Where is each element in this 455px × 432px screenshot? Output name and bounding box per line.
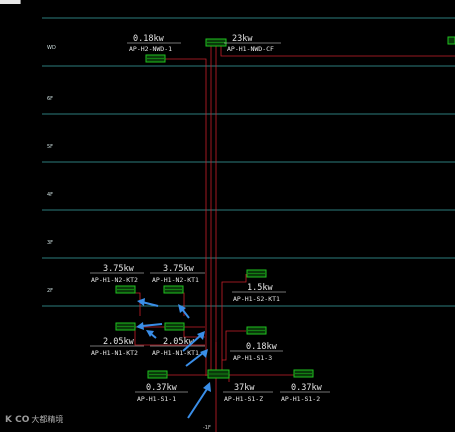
panel-code: AP-H1-N2-KT2	[91, 276, 138, 284]
panel-boxes	[115, 36, 455, 379]
panel-code: AP-H1-S1-3	[233, 354, 272, 362]
floor-label: 3F	[47, 240, 53, 246]
power-rating: 2.05kw	[103, 337, 135, 347]
riser-diagram: WD 6F 5F 4F 3F 2F 0.18kw AP-H2-NWD-1 23k…	[42, 17, 455, 432]
power-rating: 0.37kw	[146, 383, 178, 393]
panel-box[interactable]	[115, 285, 136, 294]
panel-box[interactable]	[164, 322, 185, 331]
panel-code: AP-H1-S2-KT1	[233, 295, 280, 303]
panel-code: AP-H1-N1-KT2	[91, 349, 138, 357]
panel-code: AP-H2-NWD-1	[129, 45, 172, 53]
panel-code: AP-H1-S1-Z	[224, 395, 263, 403]
panel-box[interactable]	[293, 369, 314, 378]
floor-label: 6F	[47, 96, 53, 102]
panel-code: AP-H1-S1-1	[137, 395, 176, 403]
floor-lines	[42, 17, 455, 307]
power-rating: 0.37kw	[291, 383, 323, 393]
power-rating: 1.5kw	[247, 283, 273, 293]
power-rating: 0.18kw	[246, 342, 278, 352]
floor-labels: WD 6F 5F 4F 3F 2F	[47, 45, 56, 294]
floor-label: 5F	[47, 144, 53, 150]
panel-box[interactable]	[246, 269, 267, 278]
panel-box[interactable]	[145, 54, 166, 63]
arrow-icon	[187, 382, 211, 419]
panel-box[interactable]	[163, 285, 184, 294]
floor-label: 2F	[47, 288, 53, 294]
cable-lines	[118, 46, 455, 432]
power-rating: 3.75kw	[163, 264, 195, 274]
level-label: -1F	[203, 425, 211, 431]
panel-box[interactable]	[147, 370, 168, 379]
power-rating: 3.75kw	[103, 264, 135, 274]
power-rating: 23kw	[232, 34, 253, 44]
logo-icon: K CO	[5, 414, 30, 425]
arrow-icon	[136, 322, 163, 330]
watermark-text: 大都精境	[31, 415, 64, 424]
floor-label: WD	[47, 45, 56, 51]
panel-box[interactable]	[205, 38, 227, 47]
arrow-icon	[146, 330, 157, 339]
power-rating: 0.18kw	[133, 34, 165, 44]
power-rating: 37kw	[234, 383, 255, 393]
watermark: K CO 大都精境	[5, 414, 63, 425]
panel-code: AP-H1-NWD-CF	[227, 45, 274, 53]
panel-box[interactable]	[115, 322, 136, 331]
panel-code: AP-H1-S1-2	[281, 395, 320, 403]
panel-text: 0.18kw AP-H2-NWD-1 23kw AP-H1-NWD-CF 3.7…	[91, 34, 323, 403]
panel-code: AP-H1-N1-KT1	[152, 349, 199, 357]
panel-box[interactable]	[447, 36, 455, 45]
panel-box[interactable]	[246, 326, 267, 335]
panel-code: AP-H1-N2-KT1	[152, 276, 199, 284]
panel-box[interactable]	[207, 369, 230, 379]
floor-label: 4F	[47, 192, 53, 198]
